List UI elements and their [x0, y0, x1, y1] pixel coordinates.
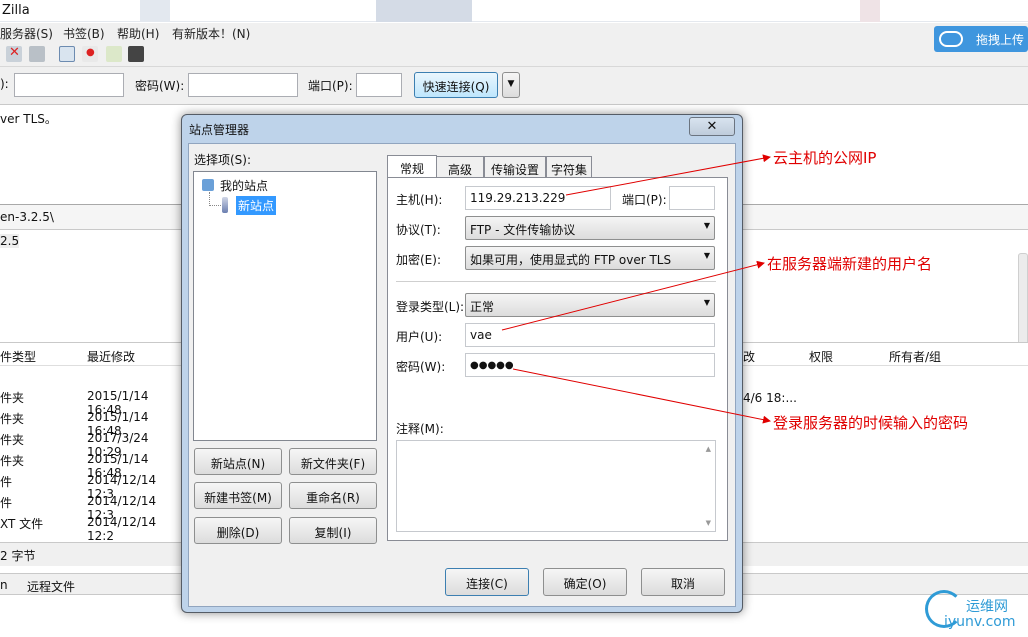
annotation-arrows	[501, 154, 771, 424]
watermark-name: 运维网	[966, 599, 1008, 615]
watermark-url: iyunv.com	[944, 614, 1016, 630]
annotation-password: 登录服务器的时候输入的密码	[773, 414, 969, 432]
arrow-password	[512, 368, 771, 424]
arrow-username	[501, 260, 765, 331]
annotation-username: 在服务器端新建的用户名	[767, 255, 933, 273]
annotation-public-ip: 云主机的公网IP	[773, 149, 877, 167]
arrow-public-ip	[565, 154, 771, 196]
